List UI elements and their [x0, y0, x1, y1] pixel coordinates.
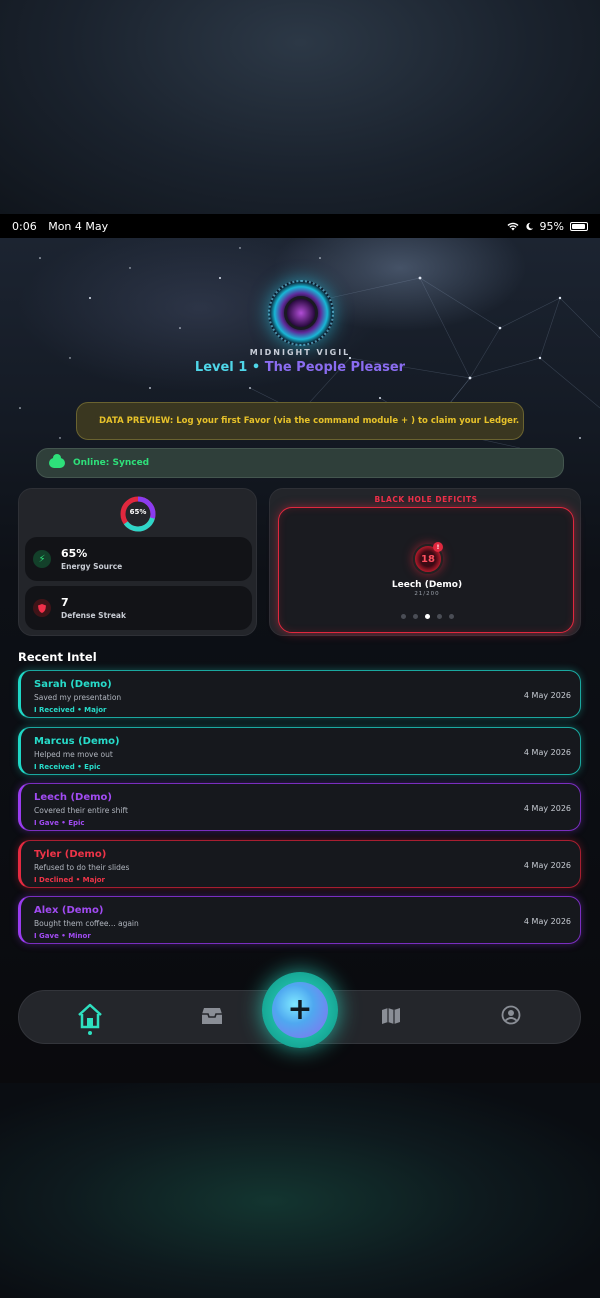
intel-tags: I Declined • Major [34, 876, 580, 884]
data-preview-banner[interactable]: DATA PREVIEW: Log your first Favor (via … [76, 402, 524, 440]
carousel-dots[interactable] [279, 614, 575, 619]
intel-note: Helped me move out [34, 749, 113, 759]
status-date: Mon 4 May [48, 219, 109, 233]
intel-size: Major [84, 706, 107, 714]
intel-size: Minor [68, 932, 91, 940]
intel-card[interactable]: Sarah (Demo) Saved my presentation I Recei… [18, 670, 581, 718]
wifi-icon [507, 222, 519, 230]
hero-subtitle: MIDNIGHT VIGIL [249, 348, 351, 357]
intel-direction: I Received [34, 706, 75, 714]
battery-percent: 95% [539, 219, 564, 233]
shield-icon [33, 599, 51, 617]
status-time: 0:06 [12, 219, 37, 233]
intel-tags: I Received • Epic [34, 763, 580, 771]
level-label: Level 1 [194, 360, 248, 375]
intel-card[interactable]: Marcus (Demo) Helped me move out I Receive… [18, 726, 581, 775]
ring-percent-label: 65% [129, 508, 147, 516]
intel-date: 4 May 2026 [523, 747, 571, 757]
device-screen: 0:06 Mon 4 May 95% MIDNIGHT VIGIL Level … [0, 214, 600, 1083]
tag-separator: • [74, 762, 85, 771]
energy-label: Energy Source [61, 562, 123, 571]
deficit-score: 21/200 [414, 591, 440, 597]
intel-name: Tyler (Demo) [34, 848, 107, 860]
intel-direction: I Declined [34, 875, 74, 884]
carousel-dot[interactable] [400, 614, 406, 619]
recent-intel-title: Recent Intel [18, 650, 97, 664]
intel-note: Covered their entire shift [34, 806, 128, 815]
intel-tags: I Received • Major [34, 706, 580, 714]
map-icon[interactable] [381, 1006, 401, 1026]
emblem-core [284, 296, 318, 330]
status-bar: 0:06 Mon 4 May 95% [0, 214, 600, 238]
energy-stat: ⚡ 65% Energy Source [25, 537, 252, 581]
intel-name: Alex (Demo) [34, 905, 104, 916]
intel-size: Epic [84, 762, 101, 771]
backdrop-top [0, 0, 600, 214]
intel-card[interactable]: Alex (Demo) Bought them coffee... again I … [18, 896, 581, 944]
carousel-dot[interactable] [448, 614, 454, 619]
carousel-dot[interactable] [436, 614, 442, 619]
moon-icon [525, 222, 533, 230]
deficits-card: BLACK HOLE DEFICITS 18 ! Leech (Demo) 21… [269, 488, 581, 636]
deficit-name: Leech (Demo) [391, 580, 463, 590]
intel-tags: I Gave • Minor [34, 932, 580, 940]
cloud-icon [49, 454, 65, 468]
alert-badge: ! [433, 542, 443, 552]
active-indicator [88, 1031, 92, 1035]
intel-name: Leech (Demo) [34, 792, 112, 803]
sync-status-bar: Online: Synced [36, 448, 564, 478]
deficit-carousel[interactable]: 18 ! Leech (Demo) 21/200 [278, 507, 574, 633]
hero-title: Level 1 • The People Pleaser [0, 360, 600, 375]
add-button[interactable]: + [262, 972, 338, 1048]
lightning-icon: ⚡ [33, 550, 51, 568]
rank-label: The People Pleaser [264, 360, 406, 375]
intel-note: Bought them coffee... again [34, 919, 139, 928]
sync-text: Online: Synced [73, 458, 150, 468]
tag-separator: • [74, 706, 85, 714]
tag-separator: • [58, 932, 69, 940]
intel-direction: I Received [34, 762, 75, 771]
tag-separator: • [73, 875, 83, 884]
deficits-title: BLACK HOLE DEFICITS [374, 495, 478, 504]
intel-date: 4 May 2026 [523, 860, 571, 870]
intel-name: Sarah (Demo) [34, 679, 112, 690]
intel-note: Saved my presentation [34, 693, 122, 702]
intel-card[interactable]: Leech (Demo) Covered their entire shift I … [18, 783, 581, 831]
intel-note: Refused to do their slides [34, 862, 130, 872]
intel-date: 4 May 2026 [523, 691, 571, 700]
energy-value: 65% [61, 547, 88, 560]
intel-date: 4 May 2026 [523, 917, 571, 926]
preview-text: DATA PREVIEW: Log your first Favor (via … [99, 416, 520, 426]
carousel-dot[interactable] [424, 614, 430, 619]
backdrop-bottom [0, 1083, 600, 1298]
home-icon[interactable] [77, 1003, 103, 1029]
intel-size: Major [82, 875, 106, 884]
defense-value: 7 [61, 596, 69, 609]
battery-icon [570, 221, 588, 231]
tag-separator: • [58, 819, 69, 827]
app-root: MIDNIGHT VIGIL Level 1 • The People Plea… [0, 238, 600, 1083]
intel-direction: I Gave [34, 932, 59, 940]
inbox-icon[interactable] [201, 1006, 223, 1026]
defense-label: Defense Streak [61, 611, 126, 620]
intel-name: Marcus (Demo) [34, 735, 120, 747]
intel-card[interactable]: Tyler (Demo) Refused to do their slides I … [18, 839, 581, 888]
intel-tags: I Gave • Epic [34, 819, 580, 827]
title-separator: • [247, 360, 265, 375]
add-icon: + [272, 982, 328, 1038]
profile-icon[interactable] [501, 1005, 521, 1025]
intel-direction: I Gave [34, 819, 59, 827]
defense-stat: 7 Defense Streak [25, 586, 252, 630]
intel-size: Epic [68, 819, 85, 827]
carousel-dot[interactable] [412, 614, 418, 619]
stats-card: 65% ⚡ 65% Energy Source 7 Defense Streak [18, 488, 257, 636]
vigil-emblem-icon [268, 280, 334, 346]
intel-date: 4 May 2026 [523, 804, 571, 813]
